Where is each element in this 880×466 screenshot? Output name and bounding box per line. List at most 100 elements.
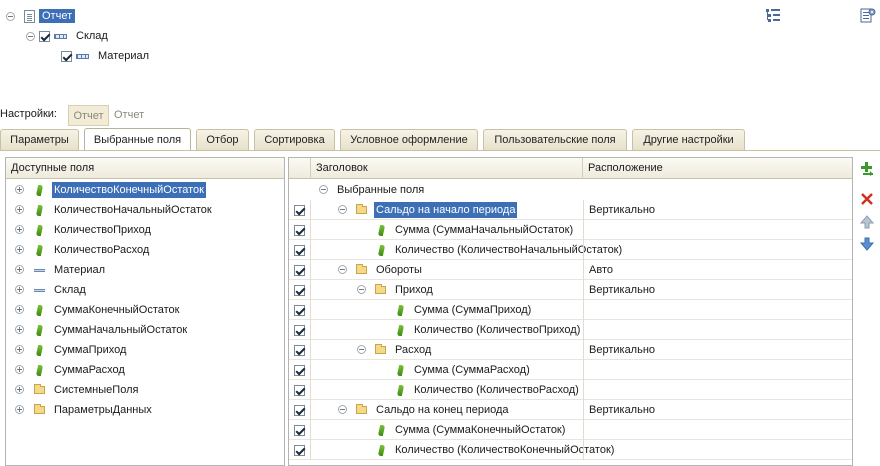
structure-node-material[interactable]: Материал (61, 47, 152, 65)
structure-list-icon[interactable] (765, 8, 781, 23)
list-item[interactable]: КоличествоКонечныйОстаток (6, 180, 284, 200)
use-checkbox[interactable] (294, 444, 305, 456)
collapse-toggle-icon[interactable] (357, 345, 366, 354)
table-row[interactable]: Сумма (СуммаРасход) (289, 360, 852, 380)
expand-toggle-icon[interactable] (15, 185, 24, 194)
list-item[interactable]: СуммаНачальныйОстаток (6, 320, 284, 340)
resource-icon (32, 224, 46, 236)
table-row[interactable]: Приход Вертикально (289, 280, 852, 300)
location-column-header[interactable]: Расположение (583, 158, 852, 179)
structure-settings-icon[interactable] (860, 8, 876, 23)
collapse-toggle-icon[interactable] (357, 285, 366, 294)
row-location[interactable] (583, 420, 852, 440)
row-location[interactable] (583, 380, 852, 400)
collapse-toggle-icon[interactable] (338, 265, 347, 274)
use-checkbox[interactable] (294, 304, 305, 316)
list-item[interactable]: КоличествоРасход (6, 240, 284, 260)
collapse-toggle-icon[interactable] (319, 185, 328, 194)
row-title: Сальдо на конец периода (376, 404, 509, 416)
use-checkbox[interactable] (39, 30, 50, 42)
use-checkbox[interactable] (294, 384, 305, 396)
list-item[interactable]: СуммаРасход (6, 360, 284, 380)
move-down-button[interactable] (860, 237, 874, 251)
structure-node-warehouse[interactable]: Склад (26, 27, 111, 45)
row-location[interactable]: Вертикально (583, 200, 852, 220)
expand-toggle-icon[interactable] (15, 405, 24, 414)
row-location[interactable]: Вертикально (583, 400, 852, 420)
use-checkbox[interactable] (294, 404, 305, 416)
use-checkbox[interactable] (294, 264, 305, 276)
move-up-button[interactable] (860, 215, 874, 229)
table-row[interactable]: Количество (КоличествоКонечныйОстаток) (289, 440, 852, 460)
row-location[interactable] (583, 440, 852, 460)
tab-conditional-format[interactable]: Условное оформление (340, 129, 478, 150)
expand-toggle-icon[interactable] (15, 285, 24, 294)
use-checkbox[interactable] (294, 324, 305, 336)
add-field-button[interactable] (860, 162, 874, 176)
list-item[interactable]: СистемныеПоля (6, 380, 284, 400)
row-location[interactable] (583, 220, 852, 240)
list-item-label: Материал (54, 264, 105, 276)
list-item[interactable]: СуммаКонечныйОстаток (6, 300, 284, 320)
table-row[interactable]: Количество (КоличествоНачальныйОстаток) (289, 240, 852, 260)
collapse-toggle-icon[interactable] (338, 405, 347, 414)
row-location[interactable]: Авто (583, 260, 852, 280)
table-row[interactable]: Количество (КоличествоРасход) (289, 380, 852, 400)
tab-sorting[interactable]: Сортировка (254, 129, 335, 150)
row-location[interactable] (583, 300, 852, 320)
use-checkbox[interactable] (294, 344, 305, 356)
use-checkbox[interactable] (294, 284, 305, 296)
available-fields-panel[interactable]: Доступные поля КоличествоКонечныйОстаток… (5, 157, 285, 466)
tab-user-fields[interactable]: Пользовательские поля (483, 129, 627, 150)
expand-toggle-icon[interactable] (15, 265, 24, 274)
row-location[interactable] (583, 320, 852, 340)
table-row[interactable]: Сальдо на начало периода Вертикально (289, 200, 852, 220)
list-item[interactable]: Склад (6, 280, 284, 300)
use-checkbox[interactable] (294, 244, 305, 256)
resource-icon (32, 304, 46, 316)
list-item[interactable]: Материал (6, 260, 284, 280)
table-row[interactable]: Сальдо на конец периода Вертикально (289, 400, 852, 420)
row-location[interactable]: Вертикально (583, 340, 852, 360)
expand-toggle-icon[interactable] (15, 225, 24, 234)
expand-toggle-icon[interactable] (15, 365, 24, 374)
collapse-toggle-icon[interactable] (338, 205, 347, 214)
use-checkbox[interactable] (294, 424, 305, 436)
expand-toggle-icon[interactable] (15, 345, 24, 354)
row-location[interactable]: Вертикально (583, 280, 852, 300)
tab-selected-fields[interactable]: Выбранные поля (84, 128, 191, 150)
table-row[interactable]: Сумма (СуммаКонечныйОстаток) (289, 420, 852, 440)
collapse-toggle-icon[interactable] (26, 31, 35, 41)
use-checkbox[interactable] (294, 364, 305, 376)
table-row-root[interactable]: Выбранные поля (289, 180, 852, 200)
table-row[interactable]: Расход Вертикально (289, 340, 852, 360)
expand-toggle-icon[interactable] (15, 205, 24, 214)
row-location[interactable] (583, 240, 852, 260)
expand-toggle-icon[interactable] (15, 385, 24, 394)
selected-fields-panel[interactable]: Заголовок Расположение Выбранные поля Са… (288, 157, 853, 466)
use-checkbox[interactable] (61, 50, 72, 62)
table-row[interactable]: Количество (КоличествоПриход) (289, 320, 852, 340)
list-item[interactable]: СуммаПриход (6, 340, 284, 360)
list-item[interactable]: КоличествоПриход (6, 220, 284, 240)
resource-icon (393, 384, 407, 396)
tab-filter[interactable]: Отбор (196, 129, 249, 150)
table-row[interactable]: Сумма (СуммаНачальныйОстаток) (289, 220, 852, 240)
collapse-toggle-icon[interactable] (6, 11, 15, 21)
use-checkbox[interactable] (294, 204, 305, 216)
title-column-header[interactable]: Заголовок (311, 158, 583, 179)
expand-toggle-icon[interactable] (15, 305, 24, 314)
structure-node-report[interactable]: Отчет (6, 7, 76, 25)
list-item[interactable]: КоличествоНачальныйОстаток (6, 200, 284, 220)
expand-toggle-icon[interactable] (15, 325, 24, 334)
use-checkbox[interactable] (294, 224, 305, 236)
table-row[interactable]: Обороты Авто (289, 260, 852, 280)
expand-toggle-icon[interactable] (15, 245, 24, 254)
list-item[interactable]: ПараметрыДанных (6, 400, 284, 420)
table-row[interactable]: Сумма (СуммаПриход) (289, 300, 852, 320)
tab-parameters[interactable]: Параметры (0, 129, 79, 150)
settings-button[interactable]: Отчет (68, 105, 109, 126)
delete-field-button[interactable] (860, 192, 874, 206)
tab-other-settings[interactable]: Другие настройки (632, 129, 745, 150)
row-location[interactable] (583, 360, 852, 380)
